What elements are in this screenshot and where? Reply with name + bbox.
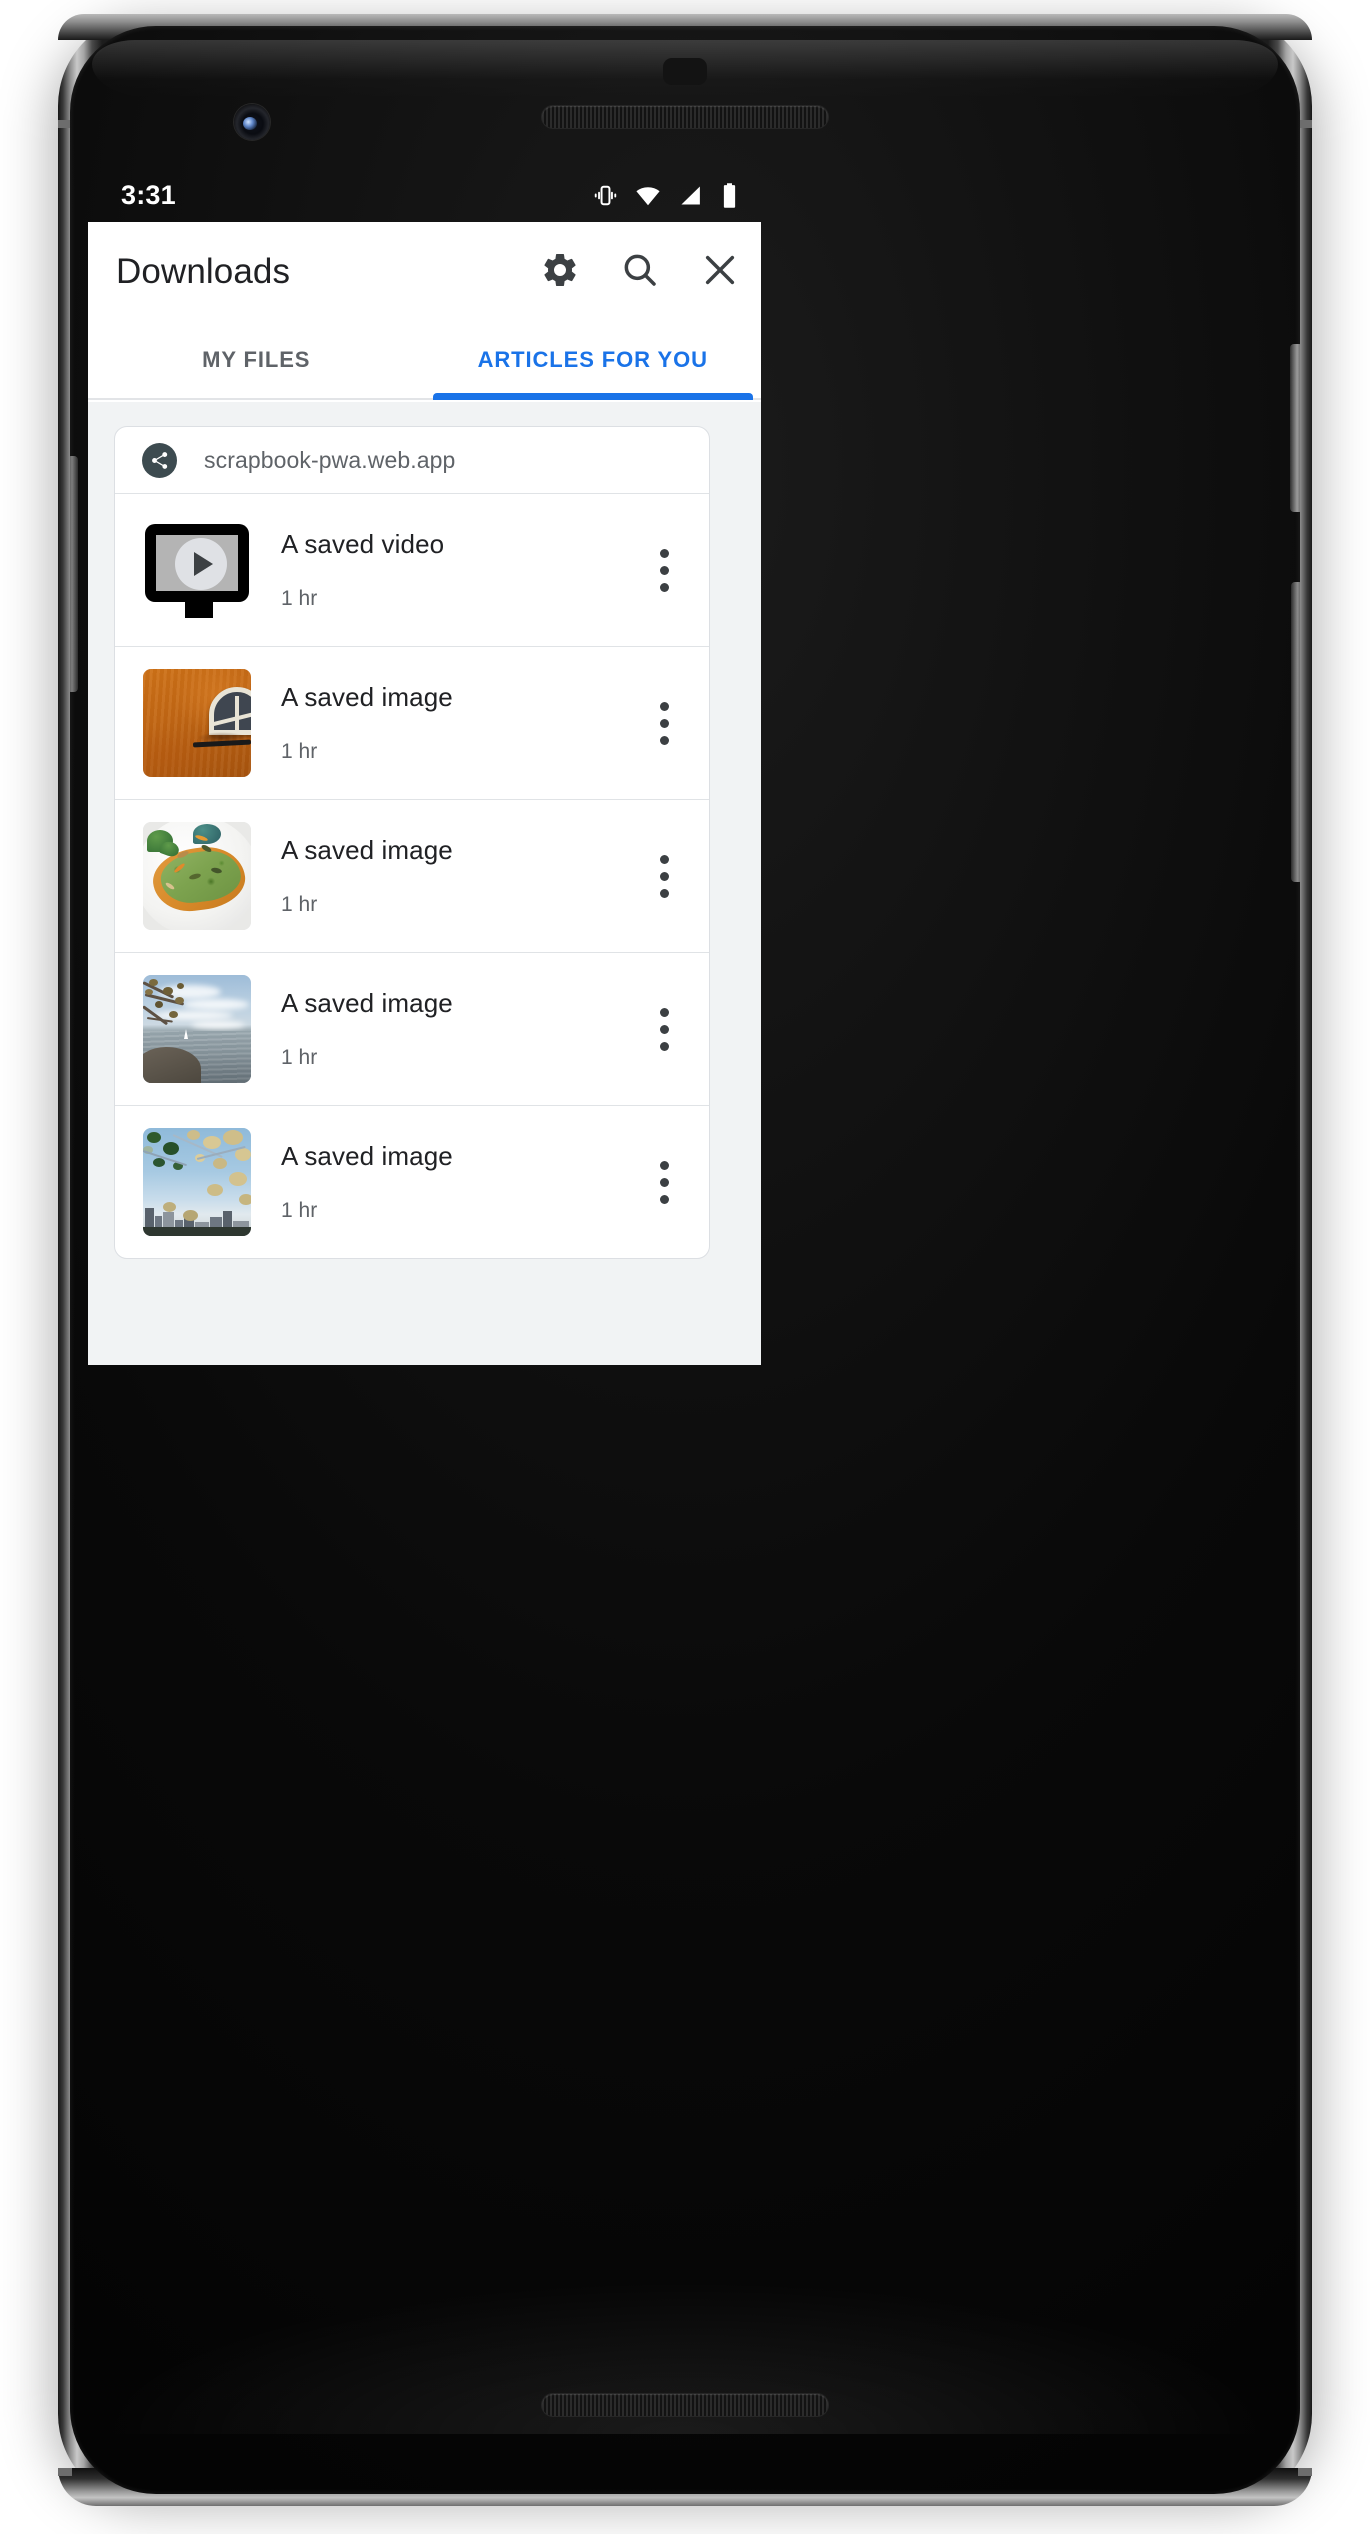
list-item-text: A saved image 1 hr: [281, 1141, 641, 1223]
video-player-icon: [143, 516, 251, 624]
list-item[interactable]: A saved video 1 hr: [115, 493, 709, 646]
gear-icon: [540, 250, 580, 295]
cellular-signal-icon: [678, 183, 703, 213]
overflow-menu-icon[interactable]: [641, 1149, 687, 1215]
list-item[interactable]: A saved image 1 hr: [115, 952, 709, 1105]
downloads-card: scrapbook-pwa.web.app A saved video 1 hr: [114, 426, 710, 1259]
frame-seam-notch: [1298, 2468, 1312, 2476]
bottom-speaker: [542, 2394, 828, 2416]
status-bar-clock: 3:31: [121, 180, 176, 210]
close-icon: [700, 250, 740, 295]
phone-screen: Downloads MY FILES ARTICLES FOR YOU scra…: [88, 222, 761, 1365]
photo-city-blossom: [143, 1128, 251, 1236]
active-tab-indicator: [432, 393, 753, 400]
list-item-time: 1 hr: [281, 740, 318, 763]
app-bar-actions: [539, 251, 741, 293]
list-item[interactable]: A saved image 1 hr: [115, 1105, 709, 1258]
proximity-sensor: [663, 58, 707, 85]
share-icon: [142, 442, 177, 478]
list-item-text: A saved video 1 hr: [281, 529, 641, 611]
overflow-menu-icon[interactable]: [641, 843, 687, 909]
left-side-button[interactable]: [70, 456, 78, 692]
overflow-menu-icon[interactable]: [641, 996, 687, 1062]
list-item-title: A saved image: [281, 835, 453, 865]
list-item-text: A saved image 1 hr: [281, 682, 641, 764]
close-button[interactable]: [699, 251, 741, 293]
tab-my-files-label: MY FILES: [202, 347, 311, 372]
list-item-title: A saved video: [281, 529, 445, 559]
photo-orange-wall: [143, 669, 251, 777]
list-item[interactable]: A saved image 1 hr: [115, 799, 709, 952]
photo-avocado-toast: [143, 822, 251, 930]
earpiece-speaker: [542, 106, 828, 128]
status-bar: 3:31: [88, 168, 761, 222]
search-button[interactable]: [619, 251, 661, 293]
frame-seam-notch: [1298, 120, 1312, 128]
tab-articles-for-you-label: ARTICLES FOR YOU: [477, 347, 708, 372]
settings-button[interactable]: [539, 251, 581, 293]
content-scroll-area[interactable]: scrapbook-pwa.web.app A saved video 1 hr: [88, 402, 761, 1365]
list-item-time: 1 hr: [281, 587, 318, 610]
list-item-time: 1 hr: [281, 1046, 318, 1069]
front-camera-icon: [234, 104, 270, 140]
power-button[interactable]: [1290, 344, 1300, 512]
overflow-menu-icon[interactable]: [641, 690, 687, 756]
volume-button[interactable]: [1291, 582, 1300, 882]
list-item-text: A saved image 1 hr: [281, 988, 641, 1070]
origin-url: scrapbook-pwa.web.app: [204, 446, 456, 473]
list-item-title: A saved image: [281, 1141, 453, 1171]
battery-icon: [720, 182, 739, 214]
page-title: Downloads: [116, 252, 291, 291]
list-item[interactable]: A saved image 1 hr: [115, 646, 709, 799]
tab-my-files[interactable]: MY FILES: [88, 322, 425, 398]
list-item-time: 1 hr: [281, 1199, 318, 1222]
tab-bar: MY FILES ARTICLES FOR YOU: [88, 322, 761, 400]
list-item-title: A saved image: [281, 682, 453, 712]
screenshot-root: 3:31 Downloads MY FILES ARTICLES FOR YOU…: [0, 0, 1370, 2534]
photo-lake-shore: [143, 975, 251, 1083]
search-icon: [620, 250, 660, 295]
overflow-menu-icon[interactable]: [641, 537, 687, 603]
list-item-text: A saved image 1 hr: [281, 835, 641, 917]
vibrate-icon: [593, 183, 618, 213]
list-item-title: A saved image: [281, 988, 453, 1018]
tab-articles-for-you[interactable]: ARTICLES FOR YOU: [425, 322, 762, 400]
frame-seam-notch: [58, 2468, 72, 2476]
app-bar: Downloads: [88, 222, 761, 322]
card-origin-header: scrapbook-pwa.web.app: [115, 427, 709, 493]
wifi-icon: [635, 183, 661, 214]
list-item-time: 1 hr: [281, 893, 318, 916]
status-bar-icons: [593, 182, 739, 214]
